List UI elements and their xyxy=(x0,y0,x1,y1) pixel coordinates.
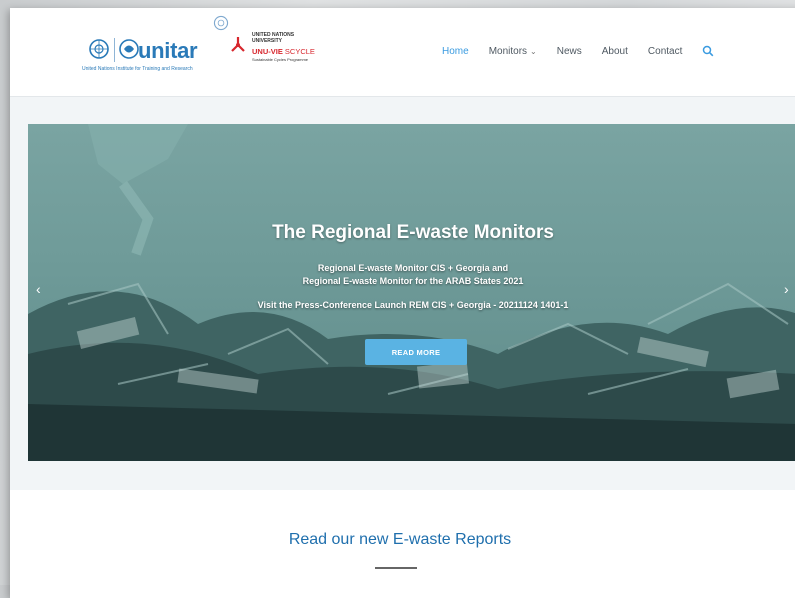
unu-title-bold: UNU-VIE xyxy=(252,47,283,56)
reports-title: Read our new E-waste Reports xyxy=(288,531,512,548)
unu-title: UNU-VIE SCYCLE xyxy=(252,47,315,56)
hero-line-2: Regional E-waste Monitor for the ARAB St… xyxy=(302,276,524,286)
read-more-button[interactable]: READ MORE xyxy=(365,339,467,365)
chevron-down-icon: ⌄ xyxy=(530,46,537,56)
unu-title-light: SCYCLE xyxy=(282,47,315,56)
nav-monitors[interactable]: Monitors ⌄ xyxy=(489,46,537,57)
reports-title-divider xyxy=(375,567,417,569)
main-nav: Home Monitors ⌄ News About Contact xyxy=(442,45,714,57)
nav-contact[interactable]: Contact xyxy=(648,46,682,57)
logo-separator xyxy=(114,38,115,62)
hero-slider: The Regional E-waste Monitors Regional E… xyxy=(28,124,795,461)
nav-home[interactable]: Home xyxy=(442,46,469,57)
site-header: unitar United Nations Institute for Trai… xyxy=(10,8,795,97)
nav-about[interactable]: About xyxy=(602,46,628,57)
unu-line2: UNIVERSITY xyxy=(252,38,283,44)
un-small-emblem-icon xyxy=(213,15,229,31)
slider-next-arrow-icon[interactable]: › xyxy=(784,281,789,297)
unitar-wordmark: unitar xyxy=(138,38,198,63)
unu-scycle-logo[interactable]: UNITED NATIONS UNIVERSITY UNU-VIE SCYCLE… xyxy=(208,14,328,74)
unitar-subtitle: United Nations Institute for Training an… xyxy=(82,66,193,72)
unitar-emblem-icon xyxy=(119,39,139,59)
unu-symbol-icon xyxy=(231,37,245,52)
browser-page: unitar United Nations Institute for Trai… xyxy=(10,8,795,598)
ewaste-background-image xyxy=(28,124,795,461)
un-emblem-icon xyxy=(89,39,109,59)
hero-line-3[interactable]: Visit the Press-Conference Launch REM CI… xyxy=(28,300,795,310)
nav-monitors-label: Monitors xyxy=(488,45,528,57)
hero-line-1: Regional E-waste Monitor CIS + Georgia a… xyxy=(317,263,509,273)
hero-title: The Regional E-waste Monitors xyxy=(272,222,554,243)
unu-subtitle: Sustainable Cycles Programme xyxy=(252,57,309,62)
search-icon[interactable] xyxy=(702,45,714,57)
nav-news[interactable]: News xyxy=(557,46,582,57)
slider-prev-arrow-icon[interactable]: ‹ xyxy=(36,281,41,297)
reports-section: Read our new E-waste Reports xyxy=(10,490,795,598)
